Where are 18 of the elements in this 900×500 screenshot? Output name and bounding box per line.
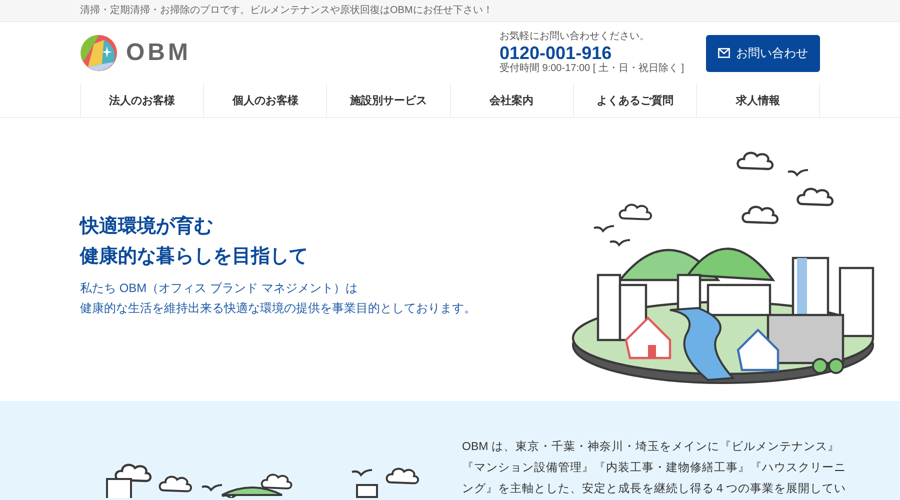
nav-link[interactable]: 個人のお客様 <box>203 84 326 118</box>
logo-text: OBM <box>126 38 191 68</box>
nav-link[interactable]: よくあるご質問 <box>572 84 696 118</box>
nav-link[interactable]: 会社案内 <box>450 84 573 118</box>
logo-icon <box>80 34 118 72</box>
business-hours: 受付時間 9:00-17:00 [ 土・日・祝日除く ] <box>500 63 684 76</box>
nav-link[interactable]: 求人情報 <box>696 84 820 118</box>
mail-icon <box>718 48 730 58</box>
nav-link[interactable]: 法人のお客様 <box>80 84 204 118</box>
about-text: OBM は、東京・千葉・神奈川・埼玉をメインに『ビルメンテナンス』 『マンション設備管理』『内装工事・建物修繕工事』『ハウスクリーニ ング』を主軸とした、安定と成長を継続し得る４つの事業を展開してい <box>462 440 846 497</box>
hero-heading: 快適環境が育む 健康的な暮らしを目指して <box>80 214 309 269</box>
contact-note: お気軽にお問い合わせください。 <box>500 31 650 44</box>
nav-link[interactable]: 施設別サービス <box>326 84 450 118</box>
contact-button[interactable]: お問い合わせ <box>706 34 820 72</box>
hero-description: 私たち OBM（オフィス ブランド マネジメント）は 健康的な生活を維持出来る快適な環境の提供を事業目的としております。 <box>80 280 477 317</box>
phone-number[interactable]: 0120-001-916 <box>500 43 684 64</box>
tagline: 清掃・定期清掃・お掃除のプロです。ビルメンテナンスや原状回復はOBMにお任せ下さい！ <box>80 4 493 18</box>
logo[interactable]: OBM <box>80 34 191 72</box>
